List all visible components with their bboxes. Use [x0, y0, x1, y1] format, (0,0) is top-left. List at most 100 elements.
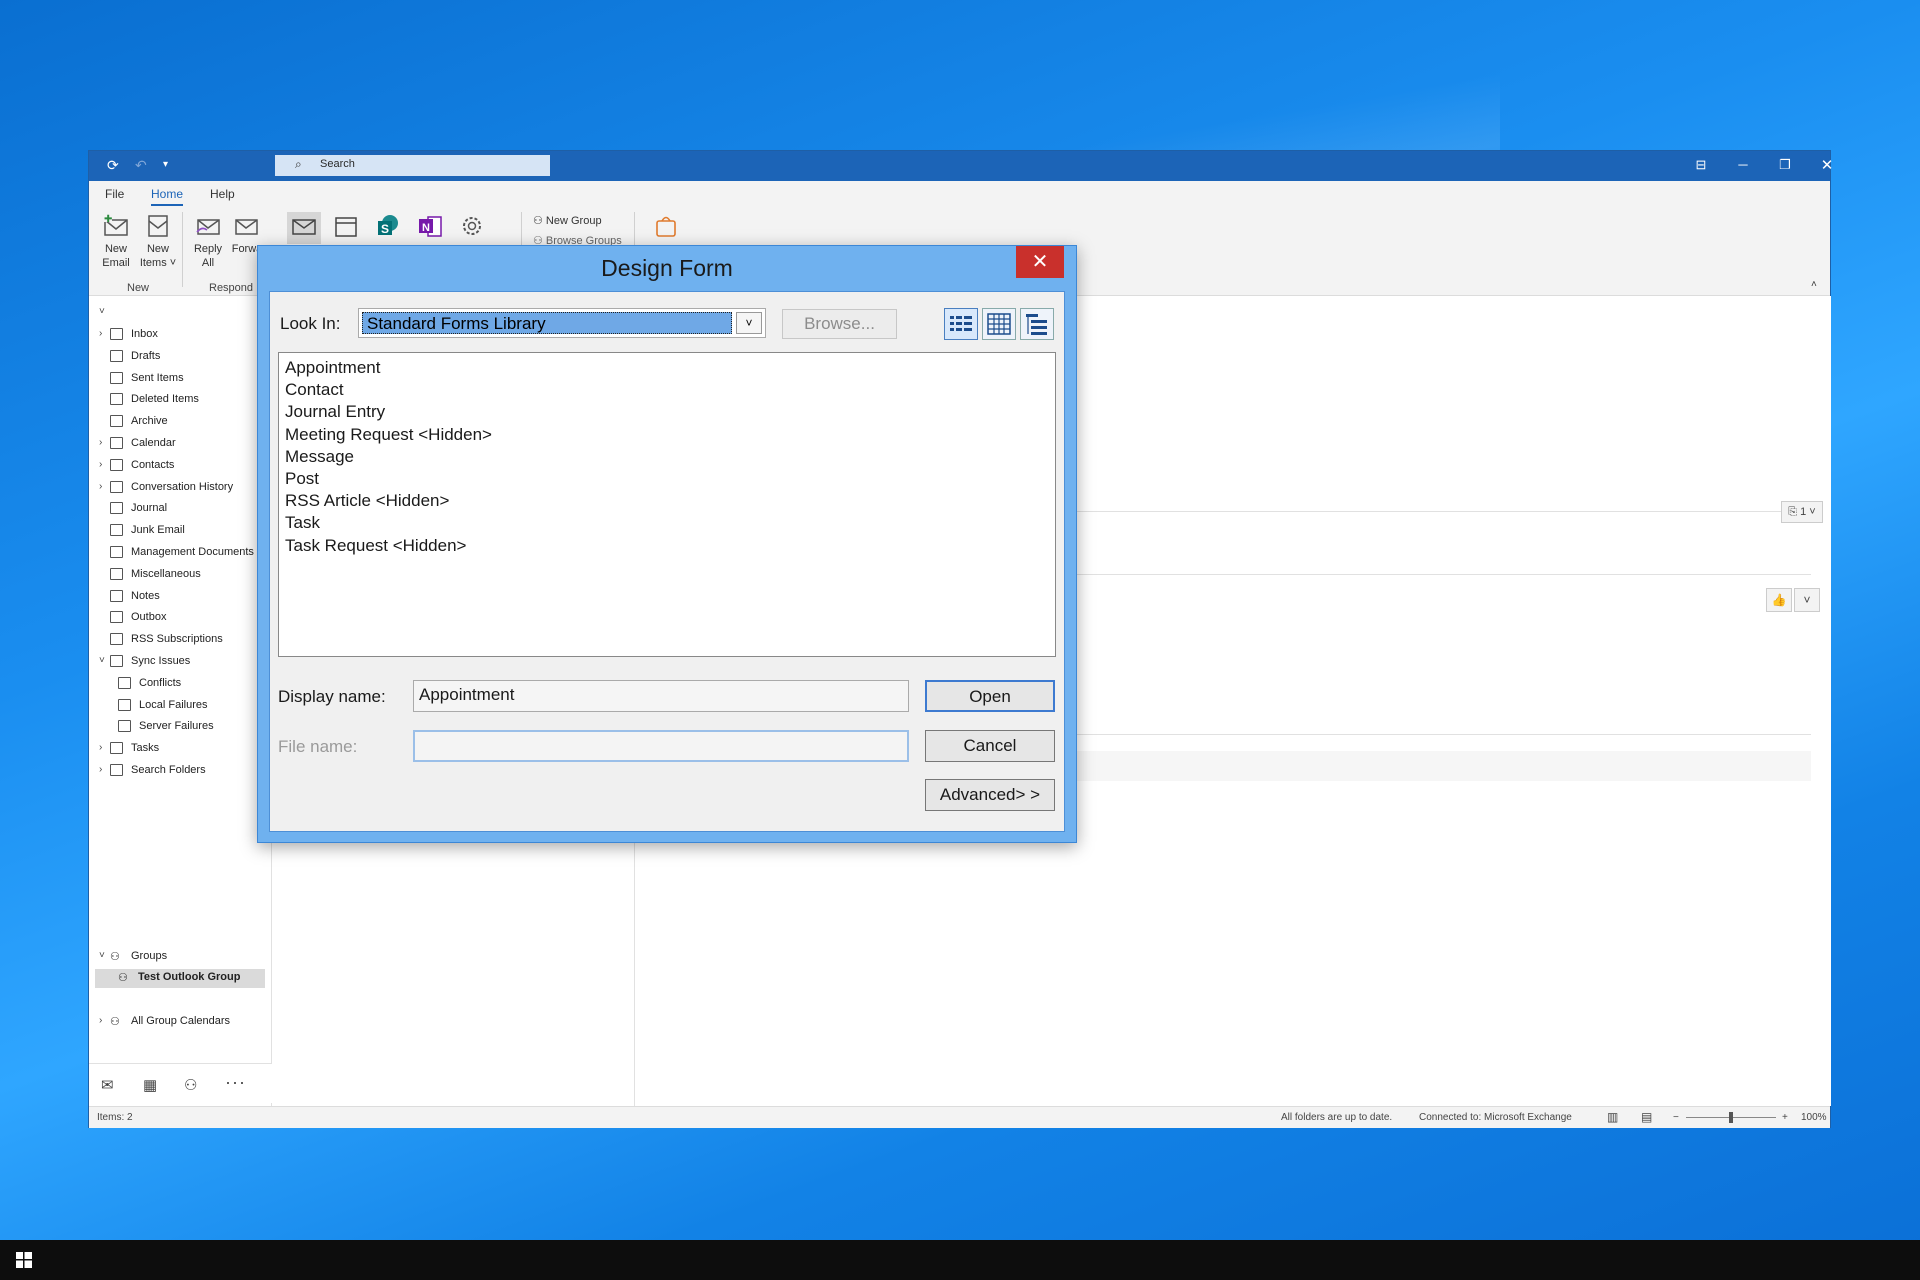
undo-icon[interactable]: ↶ — [135, 157, 147, 174]
nav-item[interactable]: › Conversation History — [89, 479, 272, 497]
menu-file[interactable]: File — [105, 187, 124, 201]
minimize-button[interactable]: ─ — [1728, 157, 1758, 172]
coming-soon-icon[interactable]: ⊟ — [1686, 157, 1716, 173]
inbox-icon — [110, 328, 123, 340]
open-button[interactable]: Open — [925, 680, 1055, 712]
form-list-item[interactable]: Post — [285, 468, 1049, 490]
folder-icon — [110, 480, 123, 493]
test-group-label: Test Outlook Group — [138, 971, 241, 983]
tree-view-button[interactable] — [1020, 308, 1054, 340]
file-name-field[interactable] — [413, 730, 909, 762]
advanced-button[interactable]: Advanced> > — [925, 779, 1055, 811]
forms-list[interactable]: Appointment Contact Journal Entry Meeting R… — [278, 352, 1056, 657]
chevron-right-icon[interactable]: › — [99, 437, 102, 448]
collapse-ribbon-icon[interactable]: ˄ — [1811, 279, 1817, 290]
nav-item[interactable]: Conflicts — [89, 675, 272, 693]
chevron-down-icon[interactable]: ˅ — [99, 655, 105, 666]
look-in-dropdown[interactable]: Standard Forms Library ˅ — [358, 308, 766, 338]
form-list-item[interactable]: RSS Article <Hidden> — [285, 490, 1049, 512]
new-email-label-1: New — [104, 243, 127, 255]
store-button[interactable] — [649, 212, 683, 242]
form-list-item[interactable]: Contact — [285, 379, 1049, 401]
zoom-in-icon[interactable]: + — [1782, 1112, 1788, 1123]
menu-home[interactable]: Home — [151, 187, 184, 206]
calendar-module-icon[interactable]: ▦ — [143, 1076, 157, 1094]
calendar-view-button[interactable] — [329, 212, 363, 242]
cancel-button[interactable]: Cancel — [925, 730, 1055, 762]
normal-view-icon[interactable]: ▥ — [1607, 1110, 1618, 1124]
groups-header[interactable]: ˅ ⚇ Groups — [89, 948, 272, 966]
sharepoint-button[interactable]: S — [371, 212, 405, 242]
sync-icon[interactable]: ⟳ — [107, 157, 119, 174]
like-button[interactable]: 👍 — [1766, 588, 1792, 612]
folder-icon — [110, 589, 123, 602]
nav-item[interactable]: ˅ Sync Issues — [89, 653, 272, 671]
reading-view-icon[interactable]: ▤ — [1641, 1110, 1652, 1124]
zoom-out-icon[interactable]: − — [1673, 1112, 1679, 1123]
more-modules-icon[interactable]: ··· — [225, 1072, 246, 1093]
new-email-button[interactable]: ✚ New Email — [99, 212, 133, 270]
zoom-level[interactable]: 100% — [1801, 1112, 1827, 1123]
new-group-button[interactable]: ⚇ New Group — [533, 214, 602, 227]
chevron-right-icon[interactable]: › — [99, 742, 102, 753]
details-view-button[interactable] — [982, 308, 1016, 340]
form-list-item[interactable]: Task — [285, 512, 1049, 534]
nav-item[interactable]: RSS Subscriptions — [89, 631, 272, 649]
new-items-button[interactable]: New Items ˅ — [139, 212, 177, 270]
reply-all-button[interactable]: Reply All — [191, 212, 225, 270]
nav-item[interactable]: Junk Email — [89, 522, 272, 540]
quick-access-dropdown-icon[interactable]: ▾ — [163, 159, 168, 170]
start-button[interactable] — [0, 1240, 48, 1280]
sharepoint-icon: S — [378, 215, 398, 236]
attachment-count-button[interactable]: ⎘ 1 ˅ — [1781, 501, 1823, 523]
form-list-item[interactable]: Journal Entry — [285, 401, 1049, 423]
nav-item-test-outlook-group[interactable]: ⚇ Test Outlook Group — [95, 969, 265, 988]
onenote-button[interactable]: N — [413, 212, 447, 242]
settings-button[interactable] — [455, 212, 489, 242]
form-list-item[interactable]: Meeting Request <Hidden> — [285, 424, 1049, 446]
nav-item[interactable]: Management Documents — [89, 544, 272, 562]
nav-item[interactable]: Server Failures — [89, 718, 272, 736]
chevron-right-icon[interactable]: › — [99, 328, 102, 339]
new-items-label-2: Items ˅ — [139, 257, 177, 269]
mail-view-button[interactable] — [287, 212, 321, 244]
dialog-close-button[interactable]: ✕ — [1016, 246, 1064, 278]
nav-item[interactable]: Drafts — [89, 348, 272, 366]
display-name-field[interactable]: Appointment — [413, 680, 909, 712]
nav-item[interactable]: Notes — [89, 588, 272, 606]
nav-item[interactable]: Sent Items — [89, 370, 272, 388]
nav-item[interactable]: › Inbox — [89, 326, 272, 344]
browse-button[interactable]: Browse... — [782, 309, 897, 339]
zoom-slider-thumb[interactable] — [1729, 1112, 1733, 1123]
nav-item[interactable]: Local Failures — [89, 697, 272, 715]
form-list-item[interactable]: Appointment — [285, 357, 1049, 379]
nav-item[interactable]: Archive — [89, 413, 272, 431]
nav-item[interactable]: › Tasks — [89, 740, 272, 758]
list-view-button[interactable] — [944, 308, 978, 340]
svg-text:✚: ✚ — [104, 214, 112, 225]
search-input[interactable]: ⌕ Search — [275, 155, 550, 176]
thumbs-up-icon: 👍 — [1771, 593, 1787, 607]
nav-item[interactable]: › Contacts — [89, 457, 272, 475]
nav-item[interactable]: Miscellaneous — [89, 566, 272, 584]
mail-module-icon[interactable]: ✉ — [101, 1076, 114, 1094]
chevron-right-icon[interactable]: › — [99, 459, 102, 470]
close-window-button[interactable]: ✕ — [1812, 156, 1842, 174]
form-list-item[interactable]: Message — [285, 446, 1049, 468]
nav-item-label: Contacts — [131, 458, 175, 471]
nav-item[interactable]: › Calendar — [89, 435, 272, 453]
nav-item[interactable]: Outbox — [89, 609, 272, 627]
more-actions-button[interactable]: ˅ — [1794, 588, 1820, 612]
chevron-right-icon[interactable]: › — [99, 481, 102, 492]
people-module-icon[interactable]: ⚇ — [184, 1076, 197, 1094]
chevron-down-icon[interactable]: ˅ — [736, 312, 762, 334]
restore-button[interactable]: ❐ — [1770, 157, 1800, 173]
nav-item-all-group-calendars[interactable]: › ⚇ All Group Calendars — [89, 1013, 272, 1031]
nav-item[interactable]: Journal — [89, 500, 272, 518]
menu-help[interactable]: Help — [210, 187, 235, 201]
form-list-item[interactable]: Task Request <Hidden> — [285, 535, 1049, 557]
nav-item[interactable]: › Search Folders — [89, 762, 272, 780]
warning-folder-icon — [118, 720, 131, 733]
nav-item[interactable]: Deleted Items — [89, 391, 272, 409]
chevron-right-icon[interactable]: › — [99, 764, 102, 775]
